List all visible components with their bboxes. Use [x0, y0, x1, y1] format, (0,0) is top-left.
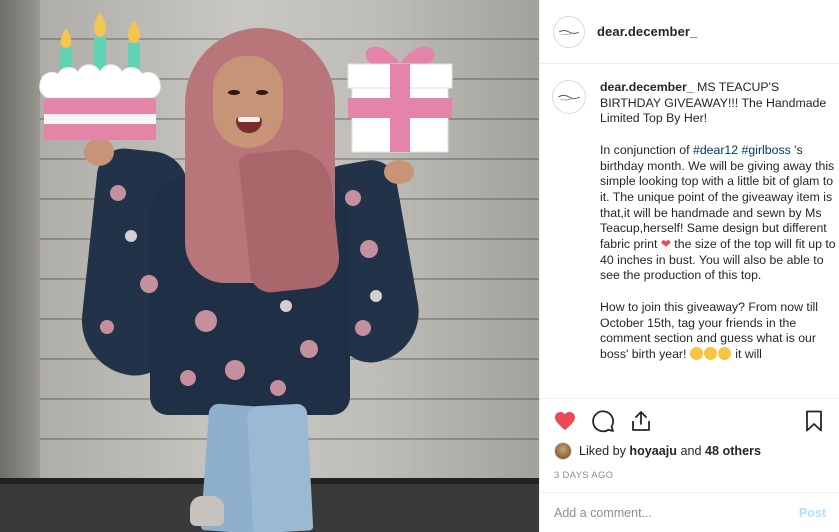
likes-summary: Liked by hoyaaju and 48 others: [554, 442, 761, 460]
post-photo[interactable]: [0, 0, 539, 532]
right-eye: [256, 90, 268, 95]
hashtag-link[interactable]: #dear12: [693, 143, 738, 157]
gift-box-icon: [347, 46, 453, 153]
post-header: dear.december_: [540, 0, 839, 64]
likes-text: Liked by hoyaaju and 48 others: [579, 444, 761, 458]
dear-december-logo-icon: [558, 29, 580, 35]
caption-avatar[interactable]: [552, 80, 586, 114]
comment-icon[interactable]: [591, 409, 615, 433]
right-hand: [384, 160, 414, 184]
liker-username-link[interactable]: hoyaaju: [629, 444, 677, 458]
post-details-panel: dear.december_ dear.december_ MS TEACUP'…: [539, 0, 839, 532]
caption-comment: dear.december_ MS TEACUP'S BIRTHDAY GIVE…: [552, 80, 839, 378]
caption-text: dear.december_ MS TEACUP'S BIRTHDAY GIVE…: [600, 80, 836, 378]
face: [213, 56, 283, 148]
left-hand: [84, 138, 114, 166]
likes-and: and: [677, 444, 706, 458]
caption-instructions-end: it will: [731, 346, 762, 361]
post-actions-block: Liked by hoyaaju and 48 others 3 DAYS AG…: [540, 398, 839, 492]
left-eye: [228, 90, 240, 95]
comments-section[interactable]: dear.december_ MS TEACUP'S BIRTHDAY GIVE…: [540, 64, 839, 398]
action-bar: [553, 409, 653, 433]
post-timestamp[interactable]: 3 DAYS AGO: [554, 470, 613, 481]
heart-icon[interactable]: [553, 409, 577, 433]
header-username-link[interactable]: dear.december_: [597, 24, 697, 39]
caption-body-start: In conjunction of: [600, 142, 693, 157]
dear-december-logo-icon: [558, 94, 580, 101]
likes-prefix: Liked by: [579, 444, 630, 458]
caption-body: 's birthday month. We will be giving awa…: [600, 142, 835, 252]
add-comment-bar: Post: [540, 492, 839, 532]
teeth: [238, 117, 260, 122]
heart-emoji-icon: ❤: [660, 237, 671, 252]
share-icon[interactable]: [629, 409, 653, 433]
right-leg-jeans: [246, 403, 314, 532]
profile-avatar[interactable]: [553, 15, 585, 48]
shoe: [190, 496, 224, 526]
comment-input[interactable]: [554, 505, 799, 520]
liker-avatar[interactable]: [554, 442, 572, 460]
likes-others-link[interactable]: 48 others: [705, 444, 761, 458]
thinking-face-emoji-icon: [703, 346, 717, 360]
post-comment-button[interactable]: Post: [799, 506, 826, 520]
birthday-cake-icon: [39, 12, 161, 140]
bookmark-icon[interactable]: [802, 409, 826, 433]
hashtag-link[interactable]: #girlboss: [742, 143, 791, 157]
caption-username-link[interactable]: dear.december_: [600, 80, 694, 94]
thinking-face-emoji-icon: [717, 346, 731, 360]
thinking-face-emoji-icon: [689, 346, 703, 360]
